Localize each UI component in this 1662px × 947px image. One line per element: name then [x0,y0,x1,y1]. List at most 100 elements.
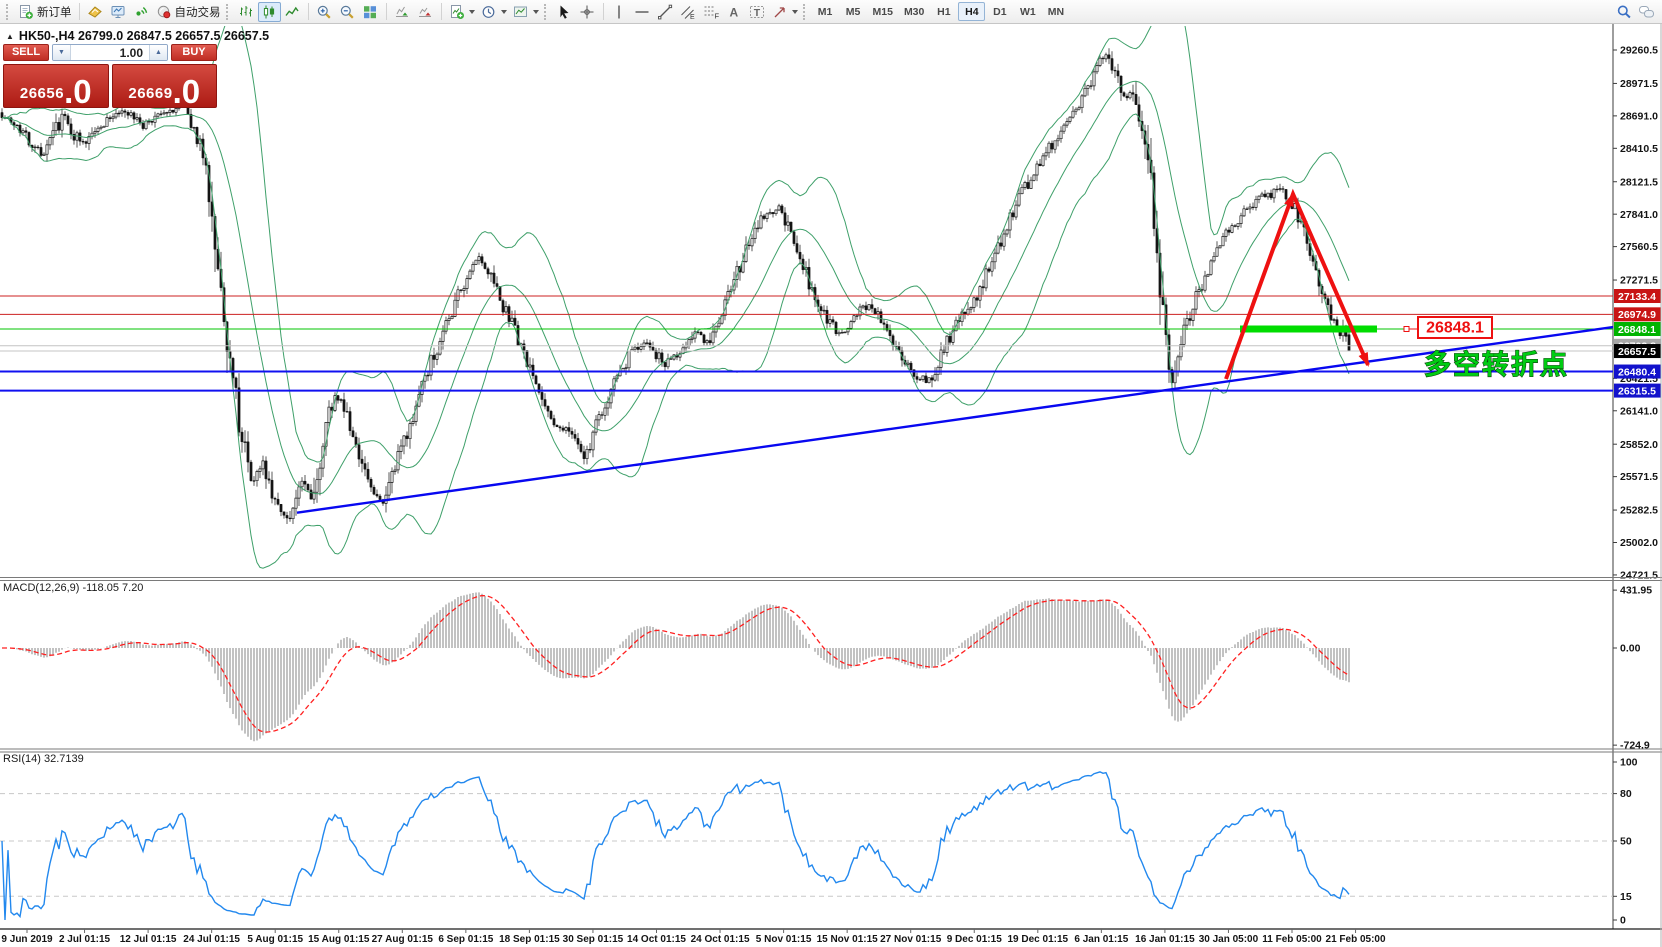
cursor-button[interactable] [553,2,576,22]
svg-text:F: F [715,11,720,20]
search-icon [1616,4,1632,20]
price-callout[interactable]: 26848.1 [1404,317,1492,338]
crosshair-button[interactable] [576,2,599,22]
buy-price-button[interactable]: 26669.0 [112,64,218,108]
toolbar-separator [386,3,387,20]
timeframe-m15-button[interactable]: M15 [868,2,898,21]
buy-button[interactable]: BUY [171,44,217,61]
new-order-button[interactable]: 新订单 [15,2,75,22]
collapse-panel-icon[interactable]: ▲ [6,32,14,41]
signals-button[interactable] [130,2,153,22]
auto-scroll-button[interactable] [391,2,414,22]
zoom-in-icon [316,4,332,20]
timeframe-m1-button[interactable]: M1 [812,2,839,21]
volume-increase-button[interactable]: ▲ [149,45,167,60]
sell-price-button[interactable]: 26656.0 [3,64,109,108]
toolbar-grip[interactable] [226,4,231,20]
zoom-out-button[interactable] [336,2,359,22]
time-axis-label[interactable]: 14 Oct 01:15 [627,934,686,945]
dropdown-caret-icon [533,10,539,14]
sell-price: 26656 [20,85,64,102]
indicators-icon [449,4,465,20]
horizontal-line-button[interactable] [631,2,654,22]
timeframe-h4-button[interactable]: H4 [958,2,985,21]
toolbar-separator [308,3,309,20]
symbol-ohlc-title: HK50-,H4 26799.0 26847.5 26657.5 26657.5 [19,29,269,43]
time-axis-label[interactable]: 5 Nov 01:15 [756,934,812,945]
fibonacci-button[interactable]: F [700,2,723,22]
time-axis-label[interactable]: 11 Feb 05:00 [1262,934,1322,945]
templates-button[interactable] [510,2,542,22]
text-icon: A [726,4,742,20]
time-axis-label[interactable]: 27 Nov 01:15 [880,934,942,945]
chart-shift-button[interactable] [414,2,437,22]
toolbar-grip[interactable] [803,4,808,20]
price-tag-27133.4: 27133.4 [1618,291,1656,303]
text-button[interactable]: A [723,2,746,22]
time-axis-label[interactable]: 6 Jan 01:15 [1074,934,1128,945]
periods-button[interactable] [478,2,510,22]
price-tick-label: 28691.0 [1620,110,1658,122]
bar-chart-button[interactable] [235,2,258,22]
text-label-button[interactable]: T [746,2,769,22]
timeframe-w1-button[interactable]: W1 [1014,2,1041,21]
timeframe-mn-button[interactable]: MN [1042,2,1069,21]
market-watch-button[interactable] [107,2,130,22]
price-tick-label: 28121.5 [1620,176,1658,188]
candlestick-chart-button[interactable] [258,2,281,22]
chat-icon [1638,4,1655,20]
time-axis-label[interactable]: 6 Sep 01:15 [438,934,493,945]
price-tick-label: 24721.5 [1620,570,1658,582]
macd-tick-label: 0.00 [1620,643,1641,655]
volume-decrease-button[interactable]: ▼ [53,45,71,60]
time-axis-label[interactable]: 16 Jan 01:15 [1135,934,1195,945]
tile-windows-button[interactable] [359,2,382,22]
time-axis-label[interactable]: 30 Jan 05:00 [1199,934,1259,945]
time-axis-label[interactable]: 15 Aug 01:15 [308,934,370,945]
equidistant-channel-button[interactable]: E [677,2,700,22]
line-chart-button[interactable] [281,2,304,22]
arrows-button[interactable] [769,2,801,22]
time-axis-label[interactable]: 9 Jun 2019 [1,934,53,945]
rsi-indicator-label: RSI(14) 32.7139 [3,753,84,765]
price-tick-label: 26141.0 [1620,405,1658,417]
search-button[interactable] [1612,2,1635,22]
pivot-annotation-text[interactable]: 多空转折点 [1424,349,1569,380]
rsi-tick-label: 0 [1620,915,1626,927]
time-axis-label[interactable]: 21 Feb 05:00 [1326,934,1386,945]
time-axis-label[interactable]: 5 Aug 01:15 [247,934,303,945]
price-tick-label: 27560.5 [1620,241,1658,253]
timeframe-h1-button[interactable]: H1 [930,2,957,21]
support-highlight-bar[interactable] [1240,326,1377,333]
time-axis-label[interactable]: 24 Jul 01:15 [183,934,240,945]
price-chart: 29260.528971.528691.028410.528121.527841… [0,0,1662,947]
auto-trading-button[interactable]: 自动交易 [153,2,224,22]
timeframe-d1-button[interactable]: D1 [986,2,1013,21]
time-axis-label[interactable]: 19 Dec 01:15 [1007,934,1068,945]
time-axis-label[interactable]: 18 Sep 01:15 [499,934,560,945]
time-axis-label[interactable]: 27 Aug 01:15 [372,934,434,945]
toolbar-grip[interactable] [544,4,549,20]
svg-text:T: T [754,7,761,19]
volume-input[interactable] [71,45,149,60]
macd-tick-label: 431.95 [1620,585,1652,597]
zoom-in-button[interactable] [313,2,336,22]
toolbar-grip[interactable] [6,4,11,20]
indicators-button[interactable] [446,2,478,22]
timeframe-m30-button[interactable]: M30 [899,2,929,21]
timeframe-m5-button[interactable]: M5 [840,2,867,21]
time-axis-label[interactable]: 30 Sep 01:15 [563,934,624,945]
sell-button[interactable]: SELL [3,44,49,61]
time-axis-label[interactable]: 15 Nov 01:15 [817,934,879,945]
signal-icon [133,4,149,20]
chat-button[interactable] [1635,2,1658,22]
mt4-window: 29260.528971.528691.028410.528121.527841… [0,0,1662,947]
time-axis-label[interactable]: 24 Oct 01:15 [691,934,750,945]
time-axis-label[interactable]: 2 Jul 01:15 [59,934,111,945]
trendline-button[interactable] [654,2,677,22]
time-axis-label[interactable]: 9 Dec 01:15 [947,934,1002,945]
time-axis-label[interactable]: 12 Jul 01:15 [120,934,177,945]
quotes-button[interactable] [84,2,107,22]
vertical-line-button[interactable] [608,2,631,22]
line-chart-icon [284,4,300,20]
